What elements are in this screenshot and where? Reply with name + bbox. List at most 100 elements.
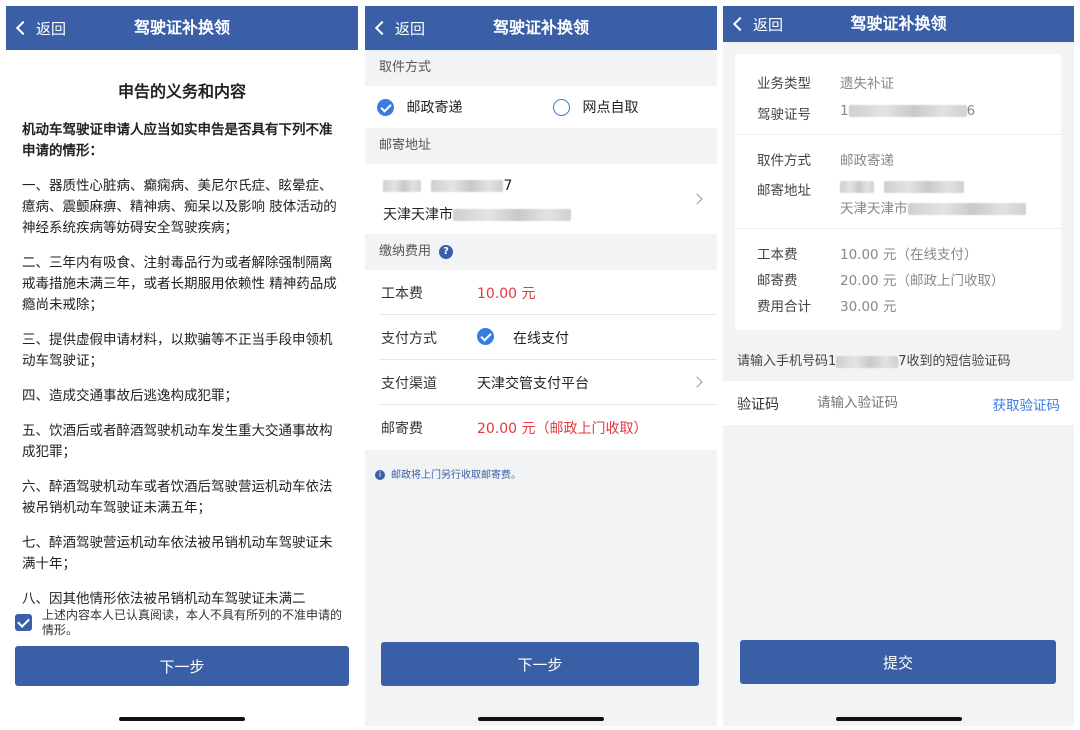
declaration-item: 五、饮酒后或者醉酒驾驶机动车发生重大交通事故构成犯罪；	[22, 423, 333, 460]
redacted-phone	[836, 355, 899, 368]
verification-code-input[interactable]	[817, 391, 957, 415]
sms-hint-prefix: 请输入手机号码1	[737, 354, 837, 369]
postage-row: 邮寄费 20.00 元（邮政上门收取）	[365, 405, 717, 449]
screen-declaration: 返回 驾驶证补换领 申告的义务和内容 机动车驾驶证申请人应当如实申告是否具有下列…	[6, 6, 358, 726]
business-type-value: 遗失补证	[840, 76, 894, 92]
postage-label: 邮寄费	[381, 421, 423, 437]
pickup-option-label: 网点自取	[582, 100, 639, 116]
home-indicator	[119, 717, 245, 721]
pickup-label: 取件方式	[757, 153, 811, 169]
summary-card: 业务类型 遗失补证 驾驶证号 16 取件方式 邮政寄递 邮寄地址 天津天津市 工…	[735, 54, 1061, 330]
cost-label: 工本费	[381, 286, 423, 302]
pay-method-value: 在线支付	[513, 331, 569, 347]
declaration-item: 二、三年内有吸食、注射毒品行为或者解除强制隔离戒毒措施未满三年，或者长期服用依赖…	[22, 255, 337, 313]
home-indicator	[835, 717, 962, 721]
address-line-1	[840, 179, 964, 195]
pay-channel-row[interactable]: 支付渠道 天津交管支付平台	[365, 360, 717, 404]
chevron-right-icon	[691, 376, 703, 388]
cost-value: 10.00 元	[477, 286, 536, 302]
pay-channel-value: 天津交管支付平台	[477, 376, 589, 392]
help-icon[interactable]: ?	[439, 244, 454, 259]
declaration-item: 八、因其他情形依法被吊销机动车驾驶证未满二	[22, 591, 306, 606]
home-indicator	[478, 717, 604, 721]
nav-bar: 返回 驾驶证补换领	[723, 6, 1074, 42]
address-label: 邮寄地址	[757, 183, 811, 199]
address-line-2: 天津天津市	[840, 197, 1026, 217]
radio-unchecked-icon	[553, 98, 570, 116]
pickup-option-post[interactable]: 邮政寄递	[377, 97, 462, 117]
pickup-section-header: 取件方式	[365, 50, 717, 86]
verification-code-row: 验证码 获取验证码	[723, 381, 1074, 425]
license-number-end: 6	[966, 103, 976, 119]
declaration-item: 四、造成交通事故后逃逸构成犯罪；	[22, 388, 238, 404]
redacted-phone	[431, 180, 504, 192]
postage-value: 20.00 元（邮政上门收取）	[477, 421, 648, 437]
declaration-item: 六、醉酒驾驶机动车或者饮酒后驾驶营运机动车依法被吊销机动车驾驶证未满五年；	[22, 479, 333, 516]
agreement-row[interactable]: 上述内容本人已认真阅读，本人不具有所列的不准申请的情形。	[15, 608, 349, 638]
cost-label: 工本费	[757, 247, 798, 263]
business-type-label: 业务类型	[757, 76, 811, 92]
document-lead: 机动车驾驶证申请人应当如实申告是否具有下列不准申请的情形：	[22, 122, 333, 159]
agreement-checkbox[interactable]	[15, 614, 32, 631]
fee-section-header: 缴纳费用?	[365, 234, 717, 270]
radio-checked-icon	[377, 98, 394, 116]
postage-label: 邮寄费	[757, 273, 798, 289]
next-button[interactable]: 下一步	[15, 646, 349, 686]
page-title: 驾驶证补换领	[850, 14, 947, 33]
declaration-document[interactable]: 申告的义务和内容 机动车驾驶证申请人应当如实申告是否具有下列不准申请的情形： 一…	[6, 50, 358, 606]
redacted-address	[453, 209, 571, 221]
address-section-header: 邮寄地址	[365, 128, 717, 164]
redacted-name	[383, 180, 421, 192]
redacted-name	[840, 181, 874, 193]
page-title: 驾驶证补换领	[492, 18, 589, 37]
fee-panel: 工本费 10.00 元 支付方式 在线支付 支付渠道 天津交管支付平台 邮寄费 …	[365, 270, 717, 450]
address-line-1: 7	[383, 178, 512, 194]
pickup-options: 邮政寄递 网点自取	[365, 86, 717, 128]
declaration-item: 七、醉酒驾驶营运机动车依法被吊销机动车驾驶证未满十年；	[22, 535, 333, 572]
pickup-option-self[interactable]: 网点自取	[553, 97, 638, 117]
total-value: 30.00 元	[840, 299, 897, 315]
get-code-link[interactable]: 获取验证码	[993, 394, 1061, 414]
license-number-label: 驾驶证号	[757, 107, 811, 123]
address-line-2: 天津天津市	[383, 204, 571, 224]
info-icon: i	[375, 470, 385, 480]
address-row[interactable]: 7 天津天津市	[365, 164, 717, 234]
redacted-license-number	[848, 105, 967, 117]
pay-method-row[interactable]: 支付方式 在线支付	[365, 315, 717, 359]
license-number-value: 16	[840, 103, 975, 119]
chevron-right-icon	[691, 193, 703, 205]
cost-row: 工本费 10.00 元	[365, 270, 717, 314]
divider	[735, 134, 1061, 135]
cost-value: 10.00 元（在线支付）	[840, 247, 978, 263]
postage-value: 20.00 元（邮政上门收取）	[840, 273, 1005, 289]
radio-checked-icon	[477, 328, 494, 345]
nav-bar: 返回 驾驶证补换领	[365, 6, 717, 50]
pay-channel-label: 支付渠道	[381, 376, 437, 392]
screen-delivery-and-fees: 返回 驾驶证补换领 取件方式 邮政寄递 网点自取 邮寄地址 7 天津天津市 缴纳…	[365, 6, 717, 726]
page-title: 驾驶证补换领	[133, 18, 230, 37]
divider	[735, 228, 1061, 229]
sms-hint: 请输入手机号码1 7收到的短信验证码	[737, 350, 1011, 369]
fee-header-label: 缴纳费用	[379, 244, 432, 259]
license-number-start: 1	[840, 103, 849, 119]
document-title: 申告的义务和内容	[117, 82, 246, 101]
pickup-option-label: 邮政寄递	[406, 100, 463, 116]
nav-bar: 返回 驾驶证补换领	[6, 6, 358, 50]
total-label: 费用合计	[757, 299, 811, 315]
postage-note-text: 邮政将上门另行收取邮寄费。	[391, 470, 521, 481]
postage-note: i 邮政将上门另行收取邮寄费。	[375, 466, 521, 481]
next-button[interactable]: 下一步	[381, 642, 699, 686]
redacted-phone	[884, 181, 964, 193]
code-label: 验证码	[737, 397, 779, 413]
declaration-item: 三、提供虚假申请材料，以欺骗等不正当手段申领机动车驾驶证；	[22, 332, 333, 369]
redacted-address	[907, 203, 1026, 215]
screen-confirm-submit: 返回 驾驶证补换领 业务类型 遗失补证 驾驶证号 16 取件方式 邮政寄递 邮寄…	[723, 6, 1074, 726]
declaration-item: 一、器质性心脏病、癫痫病、美尼尔氏症、眩晕症、癔病、震颤麻痹、精神病、痴呆以及影…	[22, 178, 337, 236]
submit-button[interactable]: 提交	[740, 640, 1056, 684]
address-city: 天津天津市	[383, 207, 453, 223]
agreement-text: 上述内容本人已认真阅读，本人不具有所列的不准申请的情形。	[42, 608, 343, 637]
address-city: 天津天津市	[840, 201, 908, 217]
sms-hint-suffix: 7收到的短信验证码	[898, 354, 1011, 369]
address-line-1-suffix: 7	[503, 178, 513, 194]
pay-method-label: 支付方式	[381, 331, 437, 347]
